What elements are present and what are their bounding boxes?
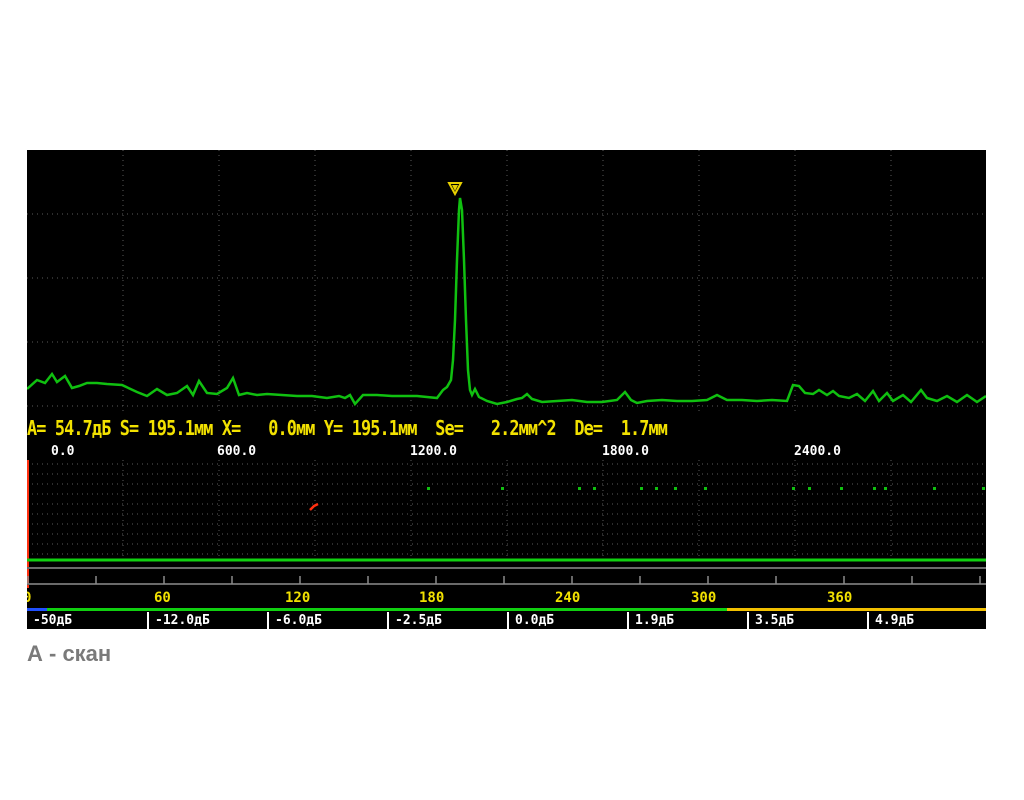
y-coord-value: 195.1мм: [351, 416, 418, 440]
scan-map-grid: [27, 460, 986, 556]
amplitude-label: A=: [27, 416, 46, 440]
ascan-plot: [27, 150, 986, 412]
x-coord-label: X=: [221, 416, 241, 440]
angle-scale: 0 60 120 180 240 300 360: [27, 588, 986, 608]
figure-caption: А - скан: [27, 641, 112, 666]
scan-point: [884, 487, 887, 490]
ascan-grid: [27, 150, 986, 412]
gain-level-cell: 1.9дБ: [627, 612, 747, 629]
angle-tick-label: 180: [419, 590, 445, 606]
angle-scale-ticks: [27, 576, 981, 584]
area-label: Se=: [435, 416, 464, 440]
gain-level-bar: -50дБ -12.0дБ -6.0дБ -2.5дБ 0.0дБ 1.9дБ …: [27, 608, 986, 629]
amplitude-value: 54.7дБ: [54, 416, 111, 440]
measurement-readout: A= 54.7дБ S= 195.1мм X= 0.0мм Y= 195.1мм…: [27, 412, 833, 444]
gain-bar-blue-segment: [27, 608, 47, 611]
gain-level-cell: 3.5дБ: [747, 612, 867, 629]
distance-tick-label: 600.0: [217, 444, 257, 459]
scan-point: [808, 487, 811, 490]
angle-tick-label: 0: [27, 590, 32, 606]
distance-tick-label: 1200.0: [410, 444, 457, 459]
gain-level-cell: -50дБ: [33, 613, 73, 628]
angle-tick-label: 60: [154, 590, 171, 606]
scan-map-points: [427, 487, 985, 490]
x-coord-value: 0.0мм: [268, 416, 315, 440]
scan-point: [655, 487, 658, 490]
y-coord-label: Y=: [323, 416, 343, 440]
scan-point: [674, 487, 677, 490]
scan-point: [501, 487, 504, 490]
scan-point: [792, 487, 795, 490]
gain-level-cell: -2.5дБ: [387, 612, 507, 629]
path-length-label: S=: [119, 416, 139, 440]
angle-tick-label: 300: [691, 590, 717, 606]
scan-point: [704, 487, 707, 490]
gain-level-cell: 4.9дБ: [867, 612, 986, 629]
path-length-value: 195.1мм: [147, 416, 214, 440]
angle-tick-label: 360: [827, 590, 853, 606]
distance-scale: 0.0 600.0 1200.0 1800.0 2400.0: [27, 444, 986, 460]
scan-point: [982, 487, 985, 490]
scan-point: [578, 487, 581, 490]
area-value: 2.2мм^2: [490, 416, 557, 440]
equiv-diameter-label: De=: [574, 416, 603, 440]
gain-level-cell: 0.0дБ: [507, 612, 627, 629]
scan-point: [840, 487, 843, 490]
equiv-diameter-value: 1.7мм: [620, 416, 668, 440]
scan-point: [427, 487, 430, 490]
gain-level-cell: -6.0дБ: [267, 612, 387, 629]
distance-tick-label: 0.0: [51, 444, 75, 459]
scan-point: [873, 487, 876, 490]
angle-tick-label: 120: [285, 590, 311, 606]
gate-marker-icon: [447, 182, 463, 197]
defect-marker-icon: [309, 502, 319, 511]
ascan-display: A= 54.7дБ S= 195.1мм X= 0.0мм Y= 195.1мм…: [27, 150, 986, 629]
scan-point: [640, 487, 643, 490]
gain-level-cell: -12.0дБ: [147, 612, 267, 629]
scan-point: [593, 487, 596, 490]
angle-tick-label: 240: [555, 590, 581, 606]
scan-map: [27, 460, 986, 588]
distance-tick-label: 1800.0: [602, 444, 649, 459]
gain-bar-yellow-segment: [727, 608, 986, 611]
distance-tick-label: 2400.0: [794, 444, 841, 459]
scan-point: [933, 487, 936, 490]
gain-bar-green-segment: [47, 608, 727, 611]
